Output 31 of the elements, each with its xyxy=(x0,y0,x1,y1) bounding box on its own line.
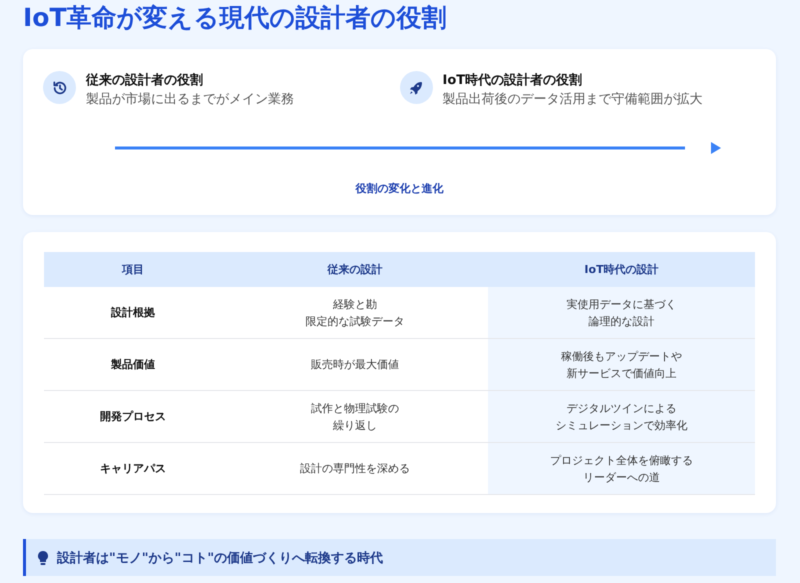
cell-text-line: 販売時が最大価値 xyxy=(311,357,399,373)
column-header: 項目 xyxy=(44,252,222,287)
cell-text-line: リーダーへの道 xyxy=(583,470,660,486)
role-title: 従来の設計者の役割 xyxy=(86,72,204,89)
cell-text-line: デジタルツインによる xyxy=(566,400,676,416)
cell-text-line: 設計の専門性を深める xyxy=(300,461,410,477)
cell-text-line: 限定的な試験データ xyxy=(306,314,404,330)
cell-text-line: 試作と物理試験の xyxy=(311,400,399,416)
cell-text-line: 開発プロセス xyxy=(100,409,166,425)
cell-text-line: 実使用データに基づく xyxy=(566,296,676,312)
cell-text-line: キャリアパス xyxy=(100,461,166,477)
role-description: 製品が市場に出るまでがメイン業務 xyxy=(86,91,294,108)
cell-text-line: 経験と勘 xyxy=(333,296,377,312)
cell-text-line: 設計根拠 xyxy=(111,305,155,321)
column-header: IoT時代の設計 xyxy=(488,252,755,287)
lightbulb-icon xyxy=(38,550,48,564)
callout-text: 設計者は"モノ"から"コト"の価値づくりへ転換する時代 xyxy=(57,550,384,566)
cell-text-line: シミュレーションで効率化 xyxy=(556,418,688,434)
cell-text-line: 繰り返し xyxy=(333,418,377,434)
cell-text-line: 製品価値 xyxy=(111,357,155,373)
cell-text-line: 稼働後もアップデートや xyxy=(561,348,682,364)
rocket-icon xyxy=(400,71,432,104)
page-title: IoT革命が変える現代の設計者の役割 xyxy=(23,2,448,34)
cell-text-line: プロジェクト全体を俯瞰する xyxy=(550,452,693,468)
transition-label: 役割の変化と進化 xyxy=(356,181,444,196)
role-description: 製品出荷後のデータ活用まで守備範囲が拡大 xyxy=(442,91,702,108)
cell-text-line: 新サービスで価値向上 xyxy=(566,366,676,382)
column-header: 従来の設計 xyxy=(222,252,488,287)
role-title: IoT時代の設計者の役割 xyxy=(442,72,584,89)
history-icon xyxy=(43,71,76,104)
cell-text-line: 論理的な設計 xyxy=(588,314,654,330)
